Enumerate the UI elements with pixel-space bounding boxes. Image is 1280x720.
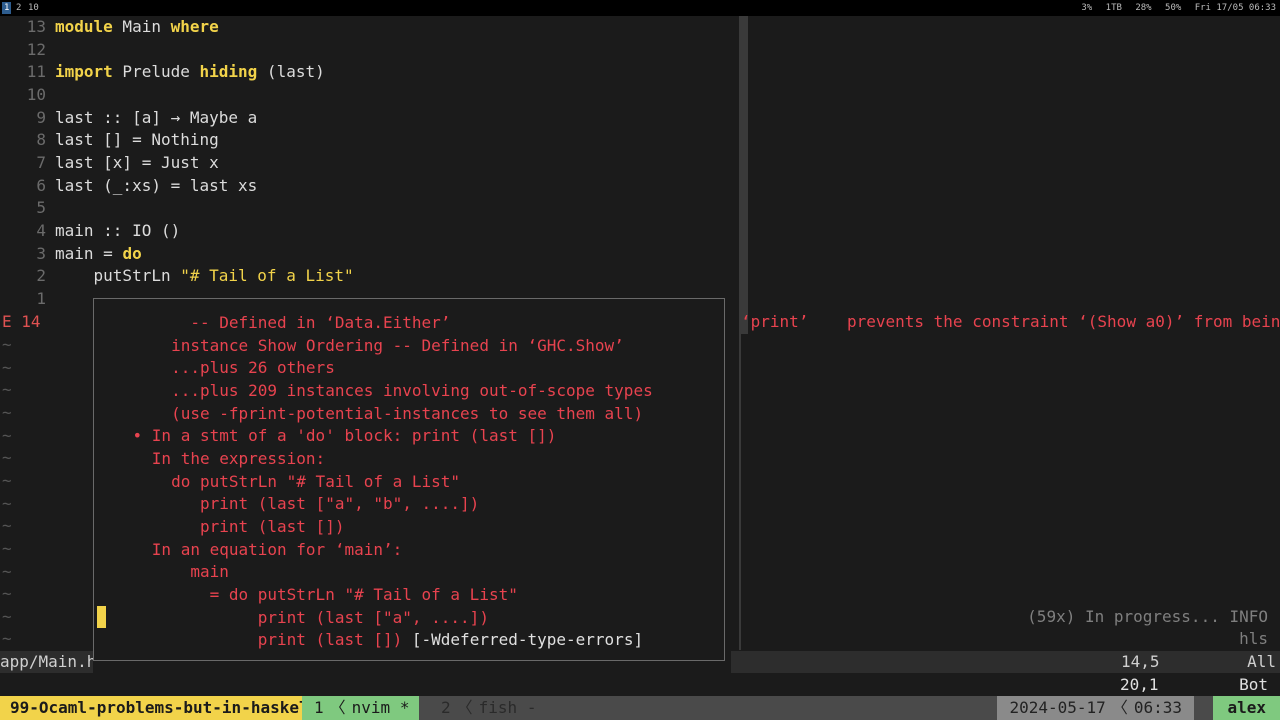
scroll-indicator: All	[1247, 652, 1276, 671]
diagnostic-line: print (last []) [-Wdeferred-type-errors]	[94, 630, 644, 649]
tmux-window-fish[interactable]: 2 〈 fish -	[433, 696, 544, 720]
date: 2024-05-17	[1009, 698, 1106, 717]
empty-line-marker: ~	[2, 516, 12, 535]
workspace-1[interactable]: 1	[2, 2, 12, 14]
empty-line-marker: ~	[2, 562, 12, 581]
diagnostic-float[interactable]: -- Defined in ‘Data.Either’ instance Sho…	[93, 298, 725, 661]
diagnostic-line: instance Show Ordering -- Defined in ‘GH…	[94, 336, 624, 355]
empty-line-marker: ~	[2, 448, 12, 467]
top-bar: 1 2 10 3% 1TB 28% 50% Fri 17/05 06:33	[0, 0, 1280, 16]
separator-icon: 〈	[329, 698, 346, 717]
empty-line-marker: ~	[2, 539, 12, 558]
separator-icon: 〈	[456, 698, 473, 717]
workspace-2[interactable]: 2	[14, 2, 23, 14]
disk-status: 1TB	[1105, 3, 1122, 13]
window-separator[interactable]	[739, 16, 748, 334]
warning-flag: [-Wdeferred-type-errors]	[411, 630, 644, 649]
empty-line-marker: ~	[2, 403, 12, 422]
empty-line-marker: ~	[2, 471, 12, 490]
clock: Fri 17/05 06:33	[1194, 3, 1276, 13]
window-index: 1	[314, 698, 324, 717]
diagnostic-line: ...plus 26 others	[94, 358, 335, 377]
diagnostic-line: ...plus 209 instances involving out-of-s…	[94, 381, 653, 400]
diagnostic-line: print (last [])	[94, 517, 345, 536]
cursor-position: 14,5	[1121, 652, 1160, 671]
empty-line-marker: ~	[2, 584, 12, 603]
tmux-status-bar: 99-Ocaml-problems-but-in-haskell 1 〈 nvim …	[0, 696, 1280, 720]
right-statusline: 14,5 All	[731, 651, 1280, 673]
tmux-user: alex	[1213, 696, 1280, 720]
diagnostic-line: -- Defined in ‘Data.Either’	[94, 313, 451, 332]
text-cursor	[97, 606, 106, 628]
empty-line-marker: ~	[2, 358, 12, 377]
empty-line-marker: ~	[2, 494, 12, 513]
ruler-scroll: Bot	[1239, 675, 1268, 694]
window-name: nvim *	[351, 698, 410, 717]
window-name: fish -	[478, 698, 537, 717]
ruler-position: 20,1	[1120, 675, 1159, 694]
workspace-10[interactable]: 10	[26, 2, 41, 14]
separator-icon: 〈	[1111, 698, 1128, 717]
error-sign: E 14	[2, 312, 41, 331]
tmux-window-nvim[interactable]: 1 〈 nvim *	[302, 696, 420, 720]
diagnostic-line: print (last ["a", "b", ....])	[94, 494, 480, 513]
cpu-status: 3%	[1081, 3, 1093, 13]
diagnostic-line: do putStrLn "# Tail of a List"	[94, 472, 461, 491]
left-statusline: app/Main.hs	[0, 651, 93, 673]
diagnostic-line: In the expression:	[94, 449, 326, 468]
tmux-datetime: 2024-05-17 〈 06:33	[997, 696, 1194, 720]
window-separator-lower	[739, 334, 741, 650]
system-status: 3% 1TB 28% 50% Fri 17/05 06:33	[1073, 2, 1276, 14]
diagnostic-line: In an equation for ‘main’:	[94, 540, 403, 559]
lsp-progress: (59x) In progress... INFO	[1027, 607, 1268, 626]
empty-line-marker: ~	[2, 607, 12, 626]
battery-status: 28%	[1135, 3, 1152, 13]
diagnostic-line: (use -fprint-potential-instances to see …	[94, 404, 644, 423]
diagnostic-virtual-text: ‘print’ prevents the constraint ‘(Show a…	[741, 312, 1280, 331]
file-name: app/Main.hs	[0, 652, 93, 671]
empty-line-marker: ~	[2, 335, 12, 354]
diagnostic-line: = do putStrLn "# Tail of a List"	[94, 585, 518, 604]
empty-line-marker: ~	[2, 380, 12, 399]
empty-line-marker: ~	[2, 629, 12, 648]
empty-line-marker: ~	[2, 426, 12, 445]
tmux-session-name[interactable]: 99-Ocaml-problems-but-in-haskell	[0, 696, 329, 720]
diagnostic-line: • In a stmt of a 'do' block: print (last…	[94, 426, 557, 445]
lsp-server-name: hls	[1239, 629, 1268, 648]
window-index: 2	[441, 698, 451, 717]
diagnostic-line: main	[94, 562, 229, 581]
command-line[interactable]: 20,1 Bot	[0, 674, 1280, 696]
time: 06:33	[1133, 698, 1182, 717]
diagnostic-line: print (last ["a", ....])	[94, 608, 489, 627]
volume-status: 50%	[1165, 3, 1182, 13]
